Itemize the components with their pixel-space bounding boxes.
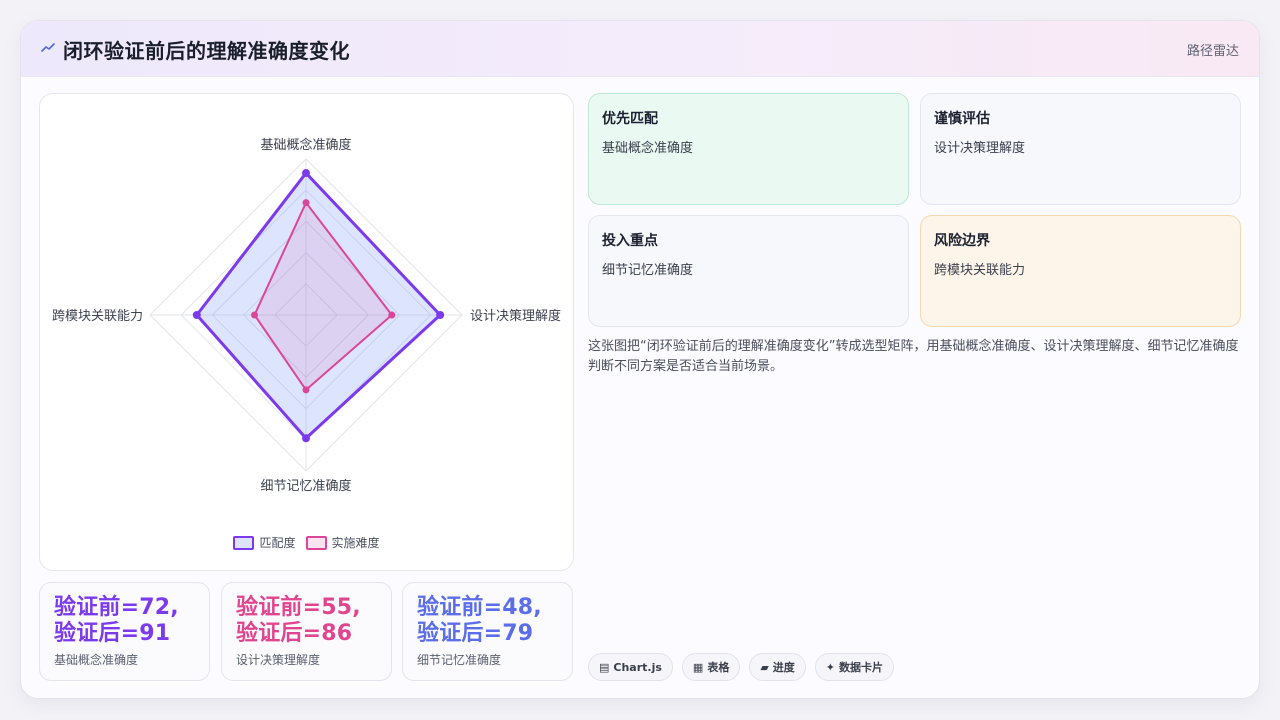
radar-chart: 基础概念准确度设计决策理解度细节记忆准确度 跨模块关联能力 <box>52 137 561 494</box>
data-point <box>192 311 201 319</box>
chip-label: 进度 <box>772 661 795 674</box>
trend-icon <box>41 43 55 52</box>
tech-chips: ▤ Chart.js ▦ 表格 ▰ 进度 ✦ 数据卡片 <box>588 653 895 681</box>
card-header: 闭环验证前后的理解准确度变化 路径雷达 <box>21 21 1259 77</box>
axis-label: 跨模块关联能力 <box>52 309 143 324</box>
data-point <box>302 434 310 443</box>
stat-label: 设计决策理解度 <box>236 653 321 667</box>
data-point <box>388 311 396 319</box>
page-title: 闭环验证前后的理解准确度变化 <box>63 39 350 63</box>
stat-card-design: 验证前=55, 验证后=86 设计决策理解度 <box>221 582 392 681</box>
radar-chart-panel: 基础概念准确度设计决策理解度细节记忆准确度 跨模块关联能力 匹配度 实施难度 <box>39 93 574 571</box>
chart-icon: ▤ <box>599 660 610 674</box>
quadrant-careful-evaluation: 谨慎评估 设计决策理解度 <box>920 93 1241 205</box>
axis-label: 设计决策理解度 <box>470 308 561 324</box>
quadrant-title: 优先匹配 <box>602 111 658 127</box>
sparkle-icon: ✦ <box>825 660 836 674</box>
data-point <box>251 311 259 319</box>
chip-label: Chart.js <box>613 660 662 674</box>
chip-data-card[interactable]: ✦ 数据卡片 <box>814 653 895 681</box>
legend-item-difficulty[interactable]: 实施难度 <box>305 534 380 551</box>
quadrant-priority-match: 优先匹配 基础概念准确度 <box>588 93 909 205</box>
chart-description: 这张图把“闭环验证前后的理解准确度变化”转成选型矩阵，用基础概念准确度、设计决策… <box>588 339 1239 374</box>
data-point <box>436 311 445 319</box>
legend-label-difficulty: 实施难度 <box>331 536 380 550</box>
legend-swatch-match <box>233 535 255 550</box>
chip-progress[interactable]: ▰ 进度 <box>749 653 806 681</box>
table-icon: ▦ <box>692 660 704 674</box>
stat-card-basic: 验证前=72, 验证后=91 基础概念准确度 <box>39 582 210 681</box>
progress-icon: ▰ <box>760 660 769 674</box>
main-card: 闭环验证前后的理解准确度变化 路径雷达 基础概念准确度 设计决策理解度 细节记忆准确… <box>20 20 1260 699</box>
axis-label: 基础概念准确度 <box>260 137 351 153</box>
chip-label: 表格 <box>707 661 730 674</box>
quadrant-investment-focus: 投入重点 细节记忆准确度 <box>588 215 909 327</box>
stat-label: 细节记忆准确度 <box>417 653 502 667</box>
chip-table[interactable]: ▦ 表格 <box>681 653 741 681</box>
data-point <box>302 199 310 207</box>
quadrant-title: 投入重点 <box>602 233 658 249</box>
quadrant-title: 谨慎评估 <box>934 111 990 127</box>
chip-label: 数据卡片 <box>839 661 884 674</box>
stat-after: 验证后=79 <box>417 621 534 646</box>
data-point <box>302 169 310 178</box>
legend-swatch-difficulty <box>305 535 327 550</box>
stat-label: 基础概念准确度 <box>54 653 139 667</box>
stat-before: 验证前=48, <box>417 595 542 620</box>
axis-label: 细节记忆准确度 <box>260 478 351 494</box>
stat-before: 验证前=55, <box>236 595 361 620</box>
chip-chartjs[interactable]: ▤ Chart.js <box>588 653 673 681</box>
quadrant-subtitle: 基础概念准确度 <box>602 141 694 156</box>
stat-after: 验证后=91 <box>54 621 171 646</box>
stat-before: 验证前=72, <box>54 595 179 620</box>
stat-after: 验证后=86 <box>236 621 353 646</box>
legend-label-match: 匹配度 <box>259 536 296 550</box>
quadrant-title: 风险边界 <box>934 233 990 249</box>
legend-item-match[interactable]: 匹配度 <box>233 534 296 551</box>
chart-legend: 匹配度 实施难度 <box>40 534 573 551</box>
chart-type-tag: 路径雷达 <box>1186 44 1239 59</box>
quadrant-subtitle: 跨模块关联能力 <box>934 263 1026 278</box>
quadrant-subtitle: 细节记忆准确度 <box>602 263 694 278</box>
data-point <box>302 386 310 394</box>
quadrant-subtitle: 设计决策理解度 <box>934 141 1026 156</box>
quadrant-risk-boundary: 风险边界 跨模块关联能力 <box>920 215 1241 327</box>
stat-card-detail: 验证前=48, 验证后=79 细节记忆准确度 <box>402 582 573 681</box>
